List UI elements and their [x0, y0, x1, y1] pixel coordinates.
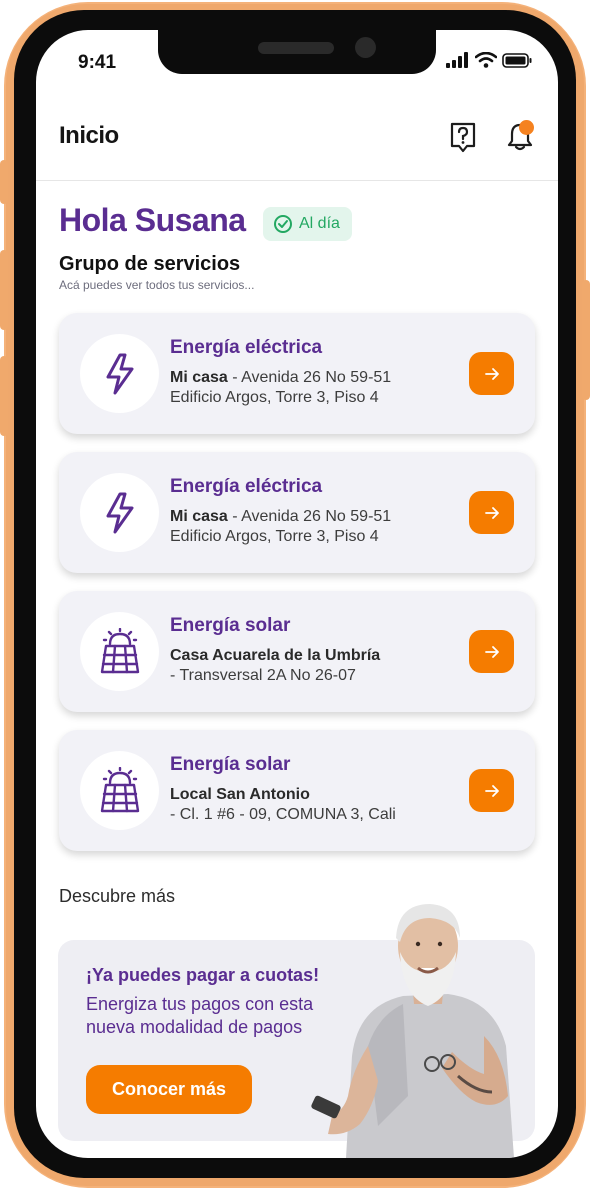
service-icon-circle [80, 612, 159, 691]
status-icons [446, 52, 532, 68]
service-type: Energía solar [170, 615, 291, 636]
service-icon-circle [80, 473, 159, 552]
service-type: Energía eléctrica [170, 337, 323, 358]
services-title: Grupo de servicios [59, 253, 241, 275]
open-service-button[interactable] [469, 769, 514, 812]
wifi-icon [475, 52, 497, 68]
service-card[interactable]: Energía solar Casa Acuarela de la Umbría… [59, 591, 535, 712]
service-name: Mi casa [170, 508, 228, 525]
service-address: - Avenida 26 No 59-51 [227, 508, 392, 525]
open-service-button[interactable] [469, 630, 514, 673]
service-address-line-2: Edificio Argos, Torre 3, Piso 4 [170, 528, 379, 545]
service-address-line-2: Edificio Argos, Torre 3, Piso 4 [170, 389, 379, 406]
service-card[interactable]: Energía eléctrica Mi casa - Avenida 26 N… [59, 452, 535, 573]
lightning-icon [106, 492, 133, 533]
side-button-volume-down [0, 356, 8, 436]
side-button-volume-up [0, 250, 8, 330]
status-time: 9:41 [78, 52, 117, 73]
phone-screen: 9:41 Inicio Hola Susana Al día Grupo de … [36, 30, 558, 1158]
service-address-line-1: Mi casa - Avenida 26 No 59-51 [170, 508, 391, 526]
greeting-title: Hola Susana [59, 202, 246, 238]
service-icon-circle [80, 334, 159, 413]
service-address-line-2: - Transversal 2A No 26-07 [170, 667, 356, 684]
services-subtitle: Acá puedes ver todos tus servicios... [59, 278, 255, 292]
battery-icon [502, 52, 532, 68]
lightning-icon [106, 353, 133, 394]
help-icon[interactable] [449, 122, 477, 154]
service-name: Casa Acuarela de la Umbría [170, 647, 381, 664]
service-type: Energía solar [170, 754, 291, 775]
service-address-line-2: - Cl. 1 #6 - 09, COMUNA 3, Cali [170, 806, 396, 823]
arrow-right-icon [484, 367, 499, 380]
promo-person-illustration [311, 904, 514, 1158]
notification-badge [519, 120, 534, 135]
account-status-badge: Al día [263, 207, 352, 241]
arrow-right-icon [484, 784, 499, 797]
top-bar: Inicio [36, 108, 558, 181]
service-type: Energía eléctrica [170, 476, 323, 497]
service-name: Mi casa [170, 369, 228, 386]
cellular-signal-icon [446, 52, 468, 68]
check-circle-icon [274, 215, 292, 233]
speaker-grille [258, 42, 334, 54]
notch [158, 30, 436, 74]
service-address-line-1: Mi casa - Avenida 26 No 59-51 [170, 369, 391, 387]
open-service-button[interactable] [469, 352, 514, 395]
service-address-line-1: Local San Antonio [170, 786, 310, 804]
service-address: - Avenida 26 No 59-51 [227, 369, 392, 386]
solar-panel-icon [100, 627, 139, 673]
arrow-right-icon [484, 645, 499, 658]
account-status-label: Al día [299, 215, 340, 232]
side-button-mute [0, 160, 8, 204]
arrow-right-icon [484, 506, 499, 519]
discover-title: Descubre más [59, 886, 176, 906]
open-service-button[interactable] [469, 491, 514, 534]
service-icon-circle [80, 751, 159, 830]
front-camera [355, 37, 376, 58]
service-address-line-1: Casa Acuarela de la Umbría [170, 647, 380, 665]
service-card[interactable]: Energía eléctrica Mi casa - Avenida 26 N… [59, 313, 535, 434]
promo-title: ¡Ya puedes pagar a cuotas! [86, 965, 320, 985]
service-name: Local San Antonio [170, 786, 310, 803]
side-button-power [582, 280, 590, 400]
solar-panel-icon [100, 766, 139, 812]
service-card[interactable]: Energía solar Local San Antonio - Cl. 1 … [59, 730, 535, 851]
learn-more-button[interactable]: Conocer más [86, 1065, 252, 1114]
page-title: Inicio [59, 122, 119, 149]
